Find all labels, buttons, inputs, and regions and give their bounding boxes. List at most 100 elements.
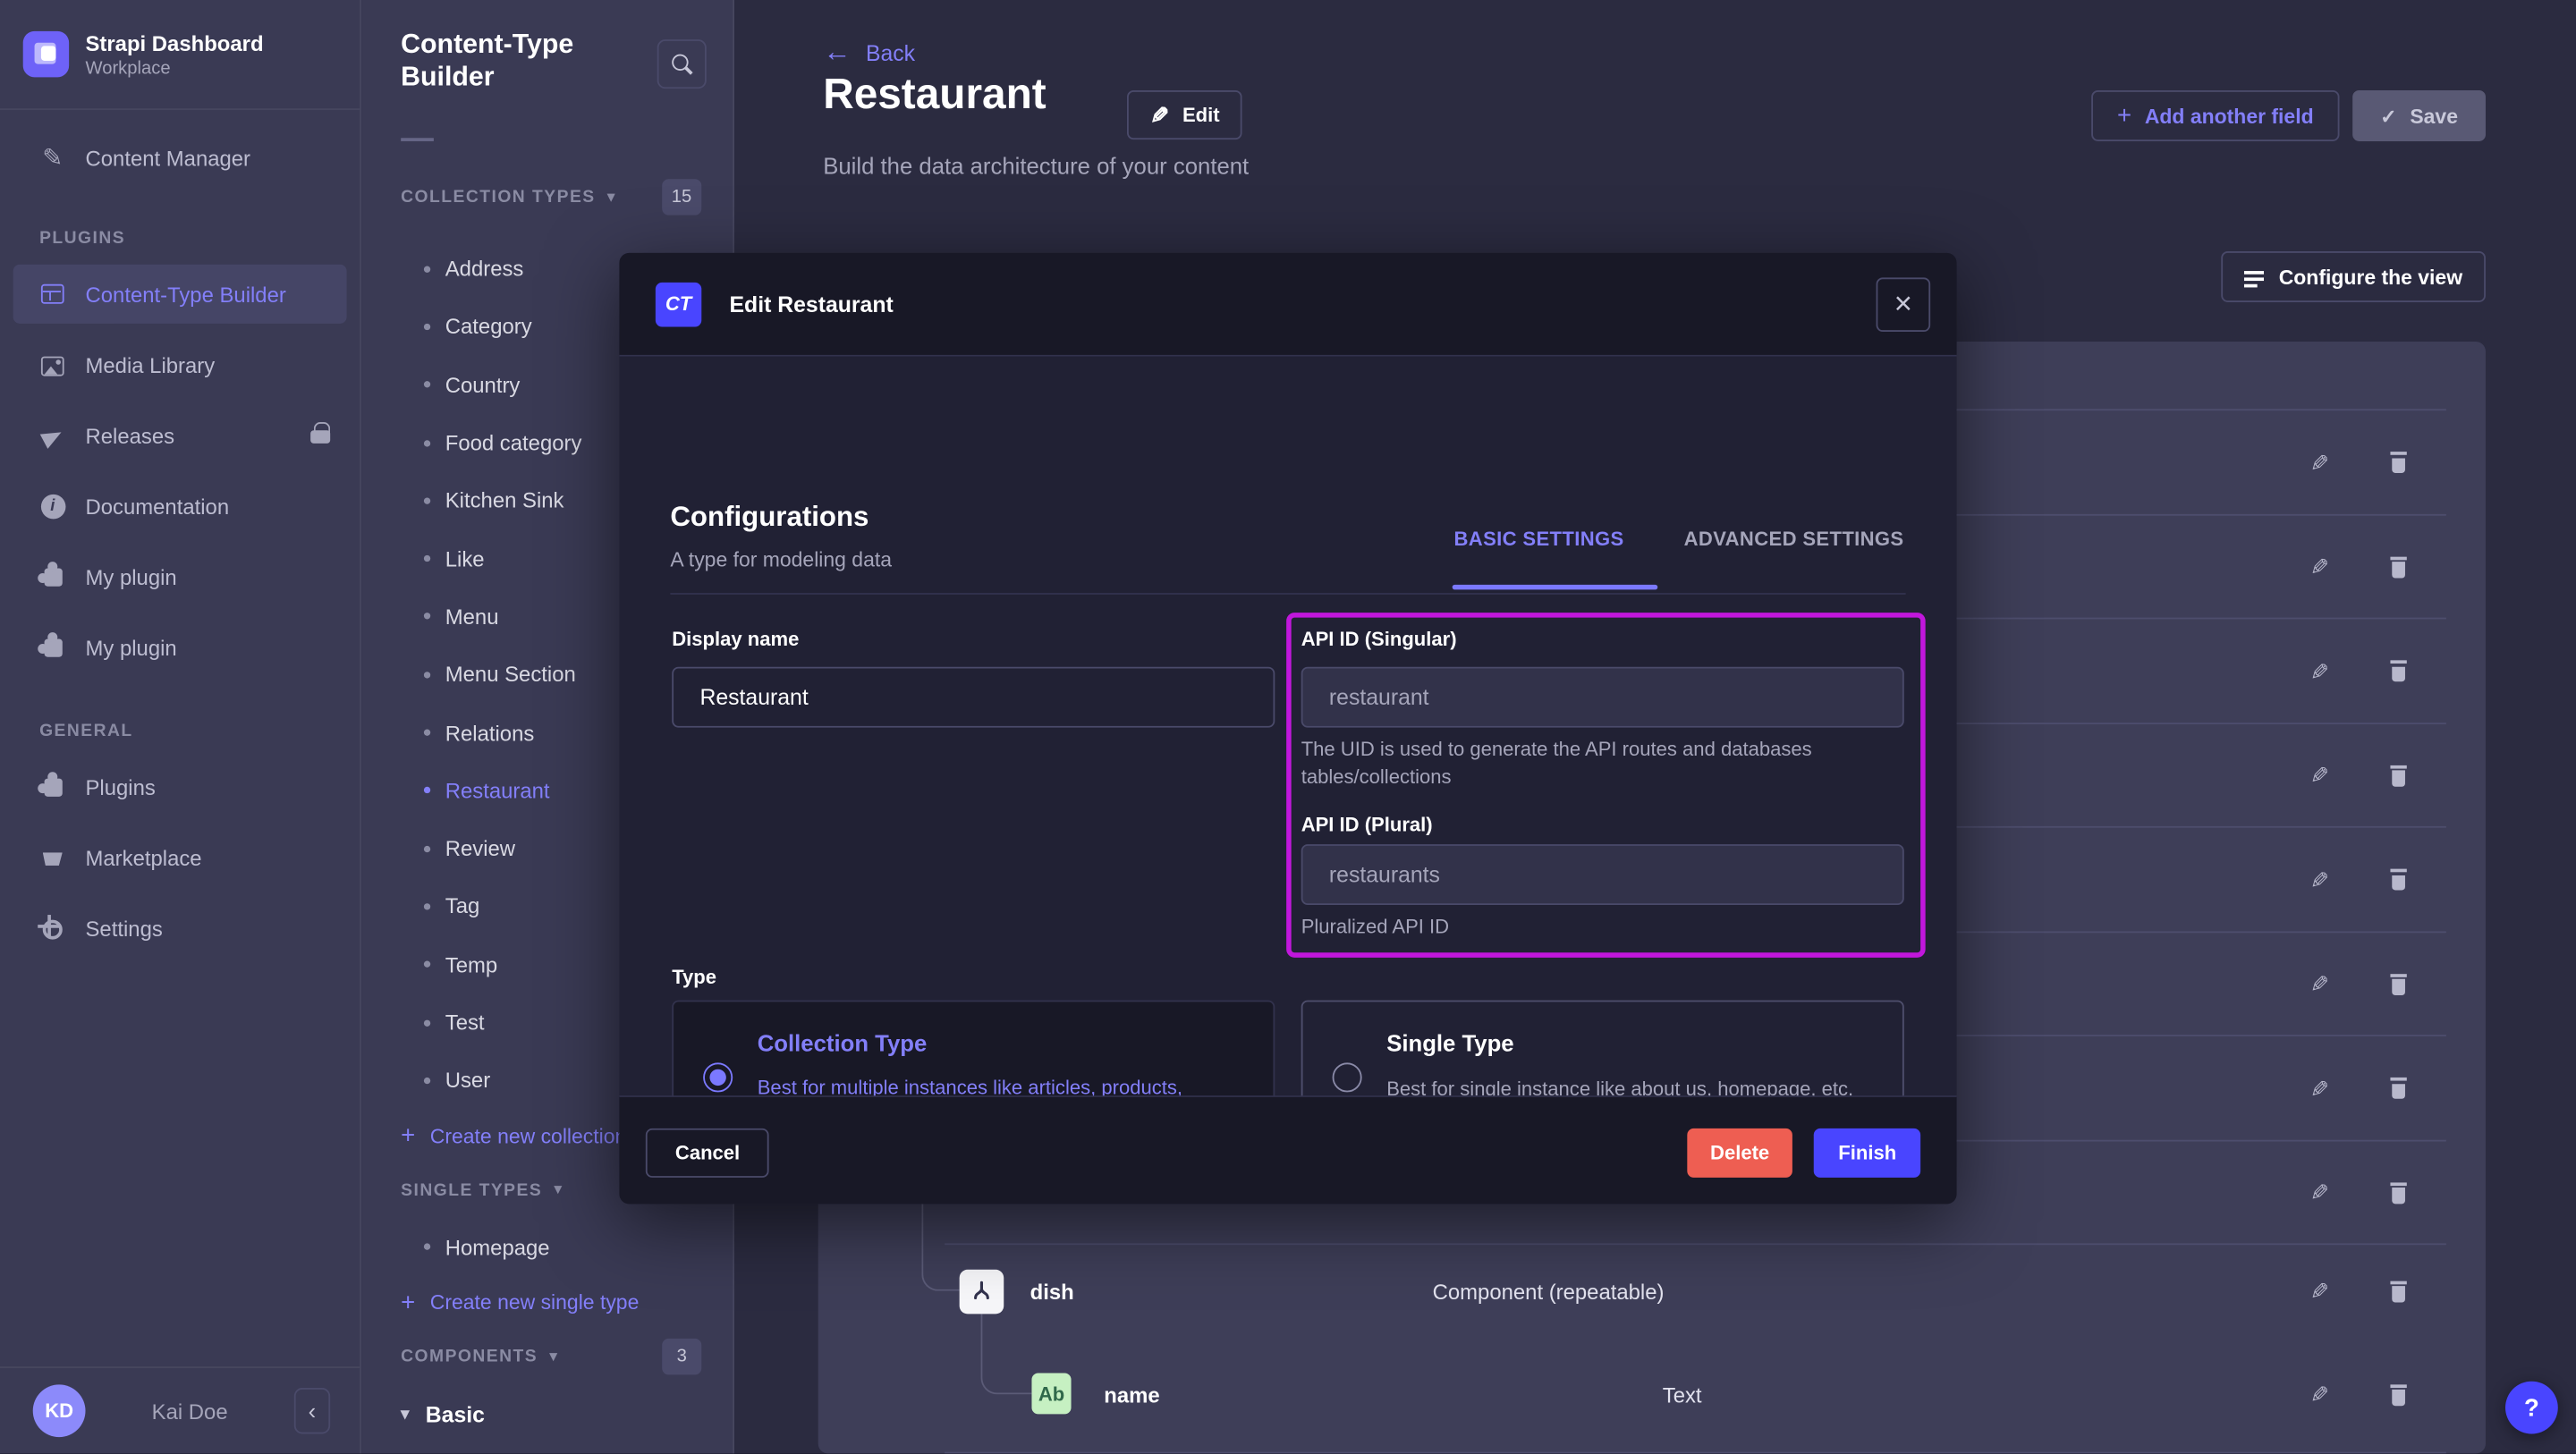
collection-types-header[interactable]: COLLECTION TYPES ▾ 15 (401, 177, 693, 216)
api-id-singular-input[interactable] (1301, 667, 1904, 728)
section-subtitle: A type for modeling data (670, 548, 892, 571)
edit-field-button[interactable] (2309, 1383, 2329, 1407)
edit-field-button[interactable] (2309, 1077, 2329, 1100)
sidebar-item-marketplace[interactable]: Marketplace (0, 823, 360, 893)
title-underline (401, 138, 434, 141)
edit-button[interactable]: Edit (1127, 90, 1242, 139)
add-field-label: Add another field (2145, 105, 2314, 128)
trash-icon (2389, 1078, 2409, 1099)
search-button[interactable] (657, 39, 707, 89)
add-another-field-button[interactable]: Add another field (2091, 90, 2339, 141)
chevron-down-icon: ▾ (554, 1181, 562, 1199)
page-title: Restaurant (823, 69, 1046, 120)
collection-type-label: Country (445, 372, 521, 397)
back-link[interactable]: Back (823, 36, 915, 69)
component-field-icon (960, 1270, 1004, 1315)
sidebar-item-media-library[interactable]: Media Library (0, 330, 360, 401)
save-button[interactable]: Save (2352, 90, 2486, 141)
collection-count-badge: 15 (662, 179, 702, 215)
single-type-label: Homepage (445, 1234, 550, 1259)
delete-field-button[interactable] (2389, 1281, 2409, 1302)
api-id-plural-input[interactable] (1301, 844, 1904, 905)
delete-field-button[interactable] (2389, 1182, 2409, 1204)
back-label: Back (866, 40, 915, 65)
components-header[interactable]: COMPONENTS ▾ 3 (401, 1330, 693, 1384)
help-button[interactable]: ? (2505, 1382, 2558, 1434)
edit-field-button[interactable] (2309, 972, 2329, 995)
delete-field-button[interactable] (2389, 556, 2409, 578)
close-modal-button[interactable] (1877, 276, 1931, 331)
display-name-input[interactable] (672, 667, 1275, 728)
delete-field-button[interactable] (2389, 869, 2409, 891)
delete-field-button[interactable] (2389, 452, 2409, 473)
sidebar-item-plugins[interactable]: Plugins (0, 752, 360, 823)
bullet-icon (424, 730, 430, 736)
row-separator (945, 1452, 2446, 1454)
delete-field-button[interactable] (2389, 1383, 2409, 1405)
page-subtitle: Build the data architecture of your cont… (823, 153, 1249, 179)
builder-title: Content-Type Builder (401, 28, 639, 93)
check-icon (2380, 105, 2396, 128)
cancel-button[interactable]: Cancel (646, 1129, 769, 1178)
sidebar-item-my-plugin-1[interactable]: My plugin (0, 542, 360, 613)
collection-type-label: Food category (445, 430, 582, 455)
sidebar-item-documentation[interactable]: i Documentation (0, 471, 360, 542)
field-row-actions (2309, 1280, 2408, 1303)
delete-field-button[interactable] (2389, 973, 2409, 994)
field-row-actions (2309, 971, 2408, 996)
edit-field-button[interactable] (2309, 555, 2329, 579)
chevron-left-icon: ‹ (309, 1398, 317, 1424)
delete-button[interactable]: Delete (1687, 1129, 1792, 1178)
single-type-item[interactable]: Homepage (361, 1218, 733, 1276)
component-group-basic[interactable]: ▾ Basic (361, 1384, 733, 1447)
edit-field-button[interactable] (2309, 659, 2329, 682)
field-row-actions (2309, 1076, 2408, 1101)
components-count-badge: 3 (662, 1339, 701, 1374)
option-title: Collection Type (758, 1030, 928, 1056)
edit-field-button[interactable] (2309, 764, 2329, 787)
workspace-label: Workplace (86, 58, 264, 78)
delete-field-button[interactable] (2389, 1078, 2409, 1099)
api-id-singular-label: API ID (Singular) (1301, 628, 1457, 651)
workspace-brand[interactable]: Strapi Dashboard Workplace (0, 0, 360, 108)
create-single-type-link[interactable]: + Create new single type (361, 1276, 733, 1331)
field-row-actions (2309, 867, 2408, 892)
tab-advanced-settings[interactable]: ADVANCED SETTINGS (1684, 528, 1904, 551)
tree-connector (921, 1204, 959, 1290)
sidebar-item-settings[interactable]: Settings (0, 893, 360, 964)
delete-field-button[interactable] (2389, 765, 2409, 786)
bullet-icon (424, 1078, 430, 1084)
edit-label: Edit (1182, 104, 1220, 127)
single-types-label: SINGLE TYPES (401, 1181, 542, 1201)
row-separator (945, 1243, 2446, 1245)
sidebar-item-content-manager[interactable]: Content Manager (0, 123, 360, 194)
edit-content-type-modal: CT Edit Restaurant Configurations A type… (619, 253, 1956, 1204)
bullet-icon (424, 324, 430, 330)
sidebar-item-my-plugin-2[interactable]: My plugin (0, 613, 360, 683)
edit-field-button[interactable] (2309, 1181, 2329, 1205)
edit-field-button[interactable] (2309, 868, 2329, 892)
trash-icon (2389, 660, 2409, 681)
collection-type-label: Review (445, 836, 515, 861)
radio-unselected-icon[interactable] (1333, 1062, 1362, 1092)
finish-button[interactable]: Finish (1814, 1129, 1921, 1178)
field-row-actions (2309, 1383, 2408, 1407)
avatar[interactable]: KD (33, 1384, 86, 1437)
general-section-label: GENERAL (39, 709, 360, 752)
bullet-icon (424, 382, 430, 388)
configure-view-button[interactable]: Configure the view (2221, 251, 2486, 302)
configure-label: Configure the view (2279, 266, 2462, 289)
arrow-left-icon (823, 36, 851, 69)
trash-icon (2389, 973, 2409, 994)
edit-field-button[interactable] (2309, 1280, 2329, 1303)
sidebar-item-releases[interactable]: Releases (0, 401, 360, 471)
edit-field-button[interactable] (2309, 451, 2329, 474)
delete-field-button[interactable] (2389, 660, 2409, 681)
field-row-actions (2309, 450, 2408, 475)
radio-selected-icon[interactable] (703, 1062, 733, 1092)
pencil-icon (1150, 103, 1170, 128)
sidebar-item-content-type-builder[interactable]: Content-Type Builder (13, 265, 347, 324)
content-manager-icon (39, 146, 65, 172)
tab-basic-settings[interactable]: BASIC SETTINGS (1454, 528, 1624, 551)
collapse-sidebar-button[interactable]: ‹ (294, 1388, 330, 1433)
